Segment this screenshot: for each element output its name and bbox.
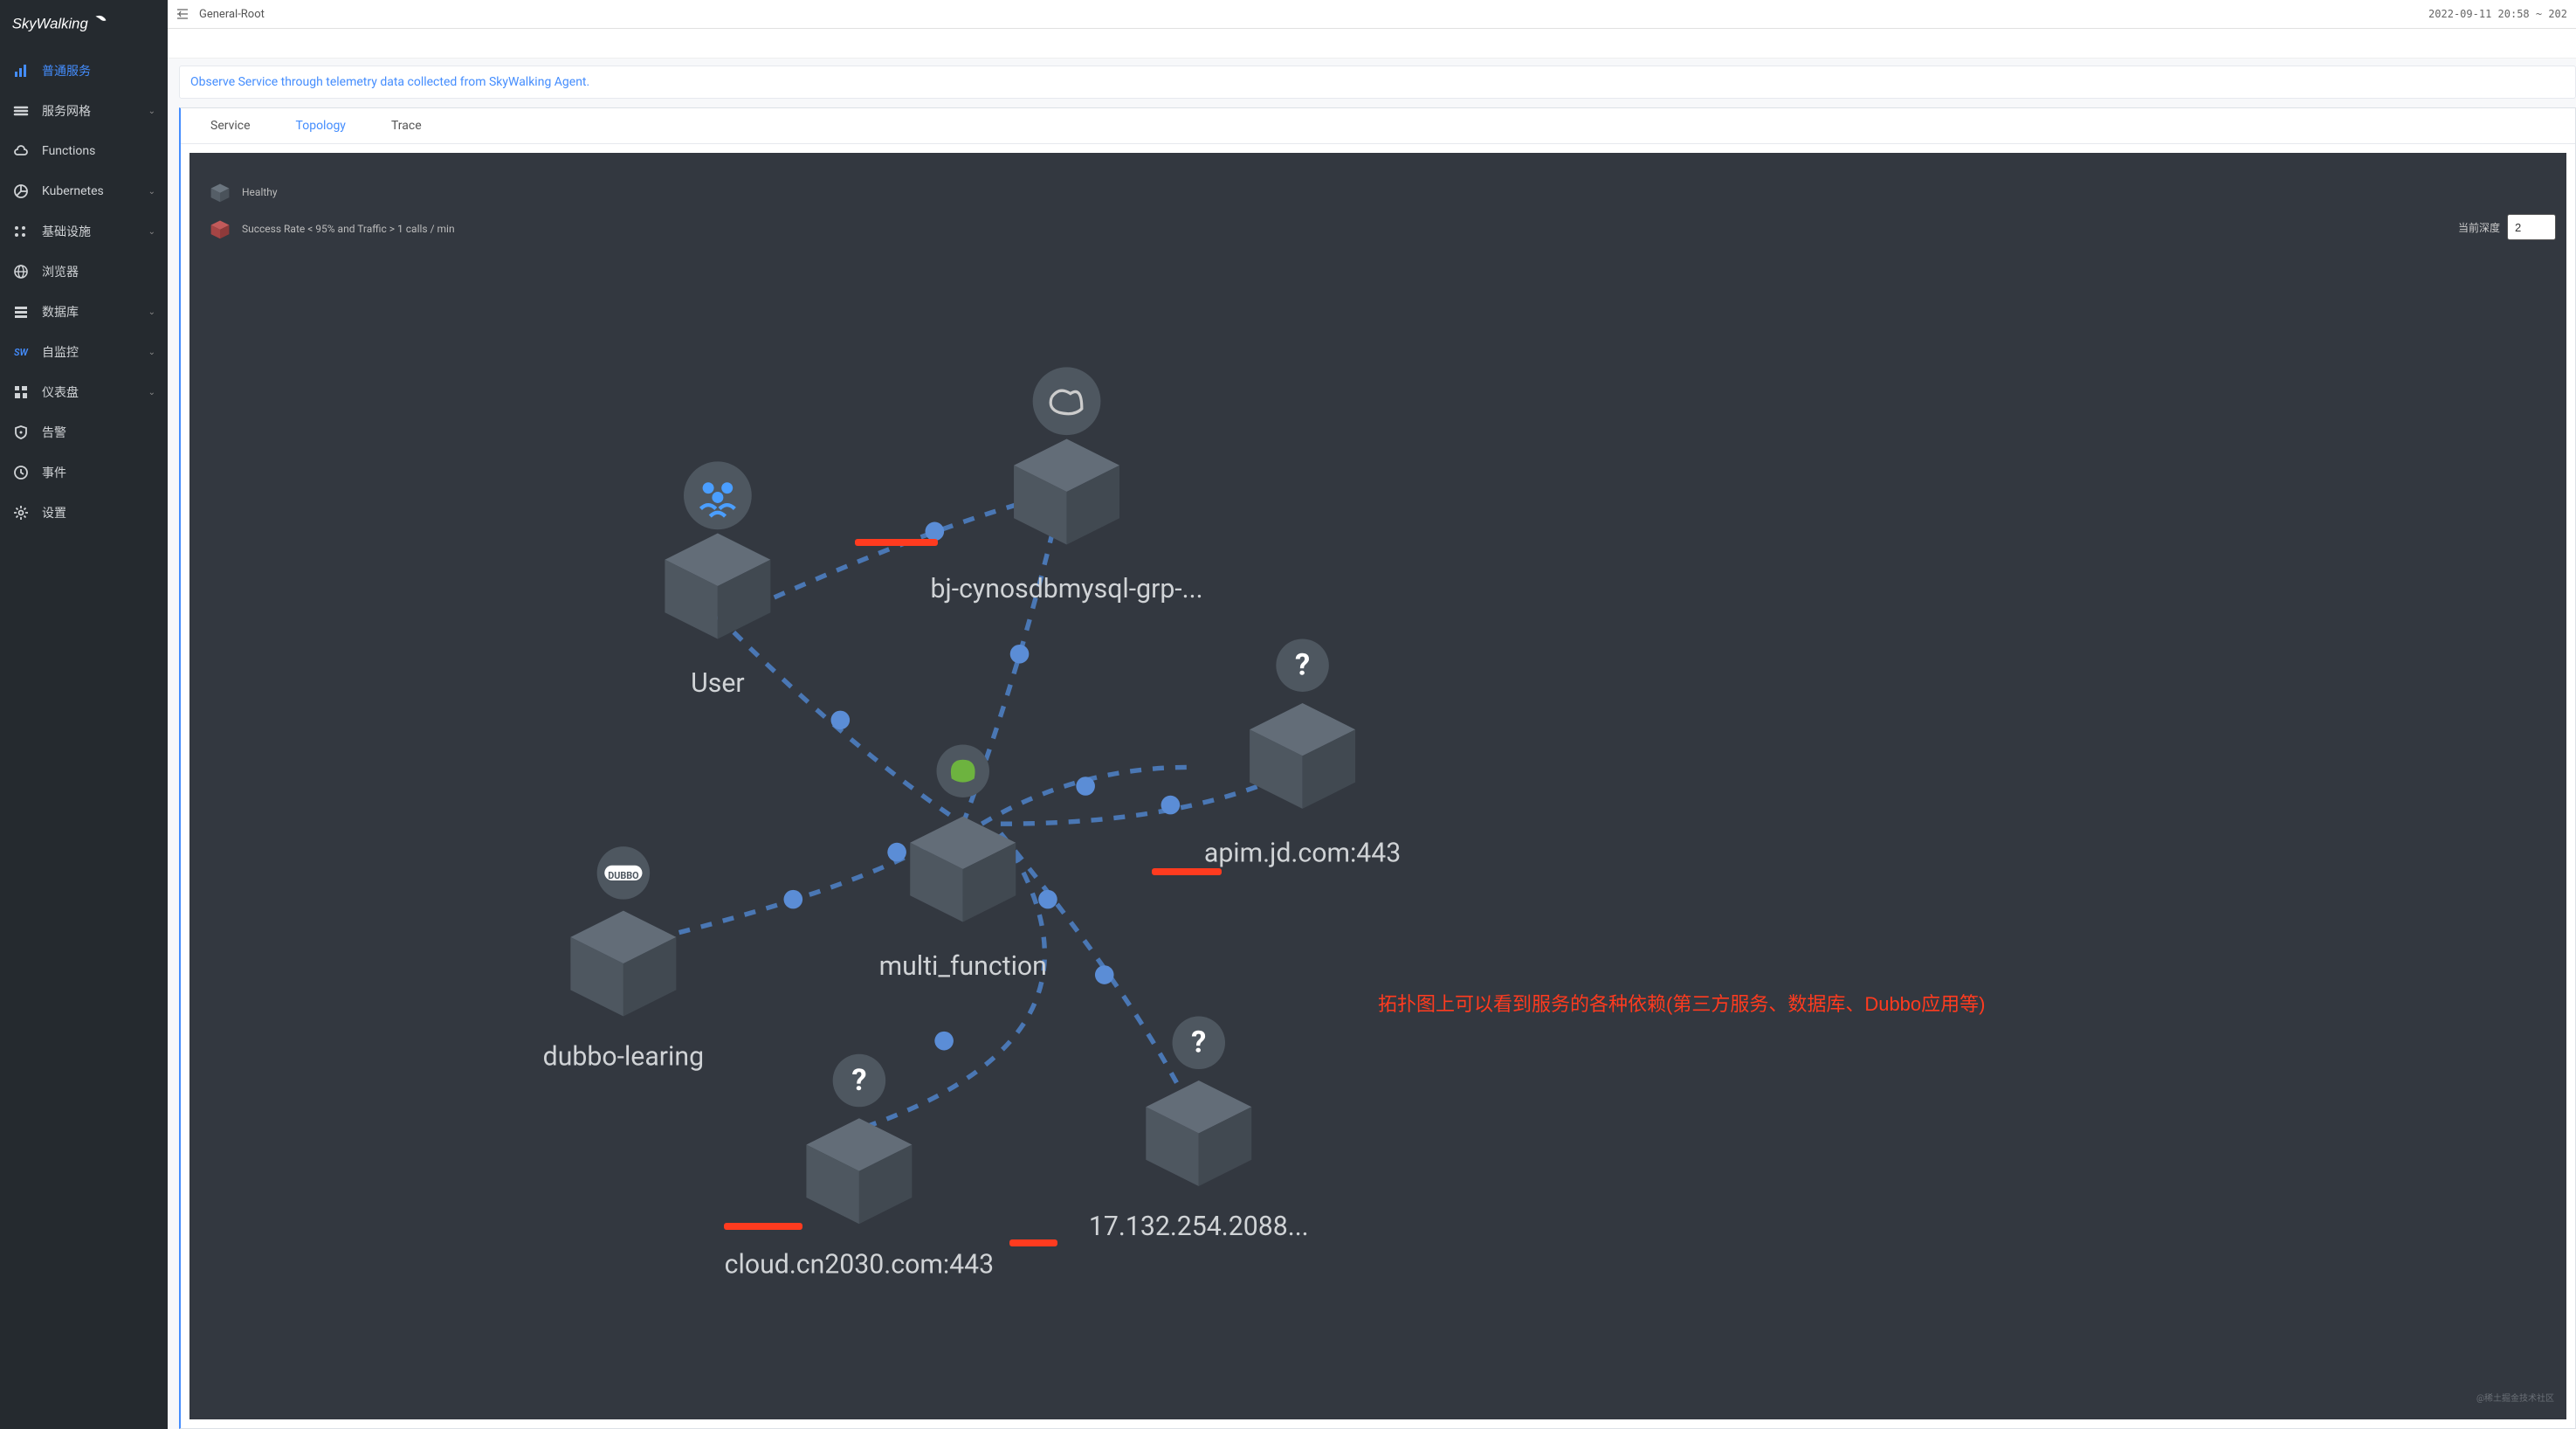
clock-icon [12, 464, 30, 481]
chevron-down-icon: ⌄ [148, 227, 155, 237]
svg-text:cloud.cn2030.com:443: cloud.cn2030.com:443 [725, 1249, 994, 1280]
sidebar-item-label: 告警 [42, 424, 66, 441]
sidebar-item-2[interactable]: Functions [0, 131, 168, 171]
chevron-down-icon: ⌄ [148, 348, 155, 357]
sidebar-item-label: 浏览器 [42, 263, 79, 280]
pie-icon [12, 183, 30, 200]
gear-icon [12, 504, 30, 521]
sidebar-item-1[interactable]: 服务网格 ⌄ [0, 91, 168, 131]
svg-text:bj-cynosdbmysql-grp-...: bj-cynosdbmysql-grp-... [931, 574, 1203, 604]
topology-node-api443[interactable]: apim.jd.com:443 [1204, 639, 1401, 868]
redaction-mark [1009, 1239, 1057, 1246]
dots-icon [12, 223, 30, 240]
chevron-down-icon: ⌄ [148, 307, 155, 317]
info-banner: Observe Service through telemetry data c… [179, 66, 2576, 99]
shield-icon [12, 424, 30, 441]
topbar: General-Root 2022-09-11 20:58 ~ 202 [168, 0, 2576, 29]
redaction-mark [724, 1223, 802, 1230]
topology-node-multi-function[interactable]: multi_function [879, 744, 1047, 982]
svg-text:dubbo-learing: dubbo-learing [543, 1042, 704, 1073]
sidebar-item-label: 仪表盘 [42, 383, 79, 401]
sidebar-item-11[interactable]: 设置 [0, 493, 168, 533]
sidebar-item-label: 普通服务 [42, 62, 91, 79]
sidebar: SkyWalking 普通服务服务网格 ⌄ Functions Kubernetes ⌄… [0, 0, 168, 1429]
sidebar-item-4[interactable]: 基础设施 ⌄ [0, 211, 168, 252]
layers-icon [12, 102, 30, 120]
annotation-text: 拓扑图上可以看到服务的各种依赖(第三方服务、数据库、Dubbo应用等) [1378, 989, 2424, 1019]
svg-text:17.132.254.2088...: 17.132.254.2088... [1089, 1212, 1309, 1242]
sidebar-item-label: 自监控 [42, 343, 79, 361]
main-panel: ServiceTopologyTrace Healthy [179, 107, 2576, 1429]
svg-text:DUBBO: DUBBO [608, 870, 638, 881]
tab-bar: ServiceTopologyTrace [181, 108, 2575, 144]
sidebar-item-8[interactable]: 仪表盘 ⌄ [0, 372, 168, 412]
sidebar-item-label: 基础设施 [42, 223, 91, 240]
sidebar-item-10[interactable]: 事件 [0, 452, 168, 493]
globe-icon [12, 263, 30, 280]
cloud-icon [12, 142, 30, 160]
tab-service[interactable]: Service [188, 108, 273, 143]
redaction-mark [1152, 868, 1222, 875]
sidebar-item-label: 服务网格 [42, 102, 91, 120]
chevron-down-icon: ⌄ [148, 187, 155, 197]
svg-text:SkyWalking: SkyWalking [12, 16, 89, 32]
brand-logo: SkyWalking [0, 0, 168, 51]
sidebar-item-3[interactable]: Kubernetes ⌄ [0, 171, 168, 211]
sw-icon: SW [12, 343, 30, 361]
sidebar-collapse-button[interactable] [176, 8, 189, 20]
time-range[interactable]: 2022-09-11 20:58 ~ 202 [2428, 8, 2567, 20]
sidebar-item-6[interactable]: 数据库 ⌄ [0, 292, 168, 332]
sidebar-item-label: 设置 [42, 504, 66, 521]
svg-text:multi_function: multi_function [879, 951, 1047, 982]
topology-canvas[interactable]: Healthy Success Rate < 95% and Traffic >… [189, 153, 2566, 1419]
topology-node-2088[interactable]: 17.132.254.2088... [1089, 1017, 1309, 1243]
toolbar-row [168, 29, 2576, 59]
sidebar-item-label: Functions [42, 144, 95, 158]
topology-node-user[interactable]: User [665, 461, 770, 699]
sidebar-item-label: 数据库 [42, 303, 79, 321]
svg-text:apim.jd.com:443: apim.jd.com:443 [1204, 838, 1401, 868]
topology-node-mysql[interactable]: bj-cynosdbmysql-grp-... [931, 367, 1203, 604]
main-content: General-Root 2022-09-11 20:58 ~ 202 Obse… [168, 0, 2576, 1429]
sidebar-item-label: 事件 [42, 464, 66, 481]
topology-node-dubbo[interactable]: DUBBO dubbo-learing [543, 846, 704, 1073]
tab-topology[interactable]: Topology [273, 108, 368, 143]
watermark: @稀土掘金技术社区 [2476, 1391, 2554, 1404]
sidebar-item-label: Kubernetes [42, 184, 104, 198]
redaction-mark [855, 539, 938, 546]
breadcrumb: General-Root [199, 8, 2428, 21]
chevron-down-icon: ⌄ [148, 388, 155, 397]
sidebar-item-0[interactable]: 普通服务 [0, 51, 168, 91]
tab-trace[interactable]: Trace [368, 108, 444, 143]
sidebar-item-5[interactable]: 浏览器 [0, 252, 168, 292]
grid-icon [12, 383, 30, 401]
svg-text:User: User [691, 668, 744, 699]
sidebar-item-7[interactable]: SW 自监控 ⌄ [0, 332, 168, 372]
sidebar-item-9[interactable]: 告警 [0, 412, 168, 452]
bar-chart-icon [12, 62, 30, 79]
chevron-down-icon: ⌄ [148, 107, 155, 116]
topology-graph[interactable]: ? User bj-cynosdb [189, 153, 2566, 1419]
database-icon [12, 303, 30, 321]
